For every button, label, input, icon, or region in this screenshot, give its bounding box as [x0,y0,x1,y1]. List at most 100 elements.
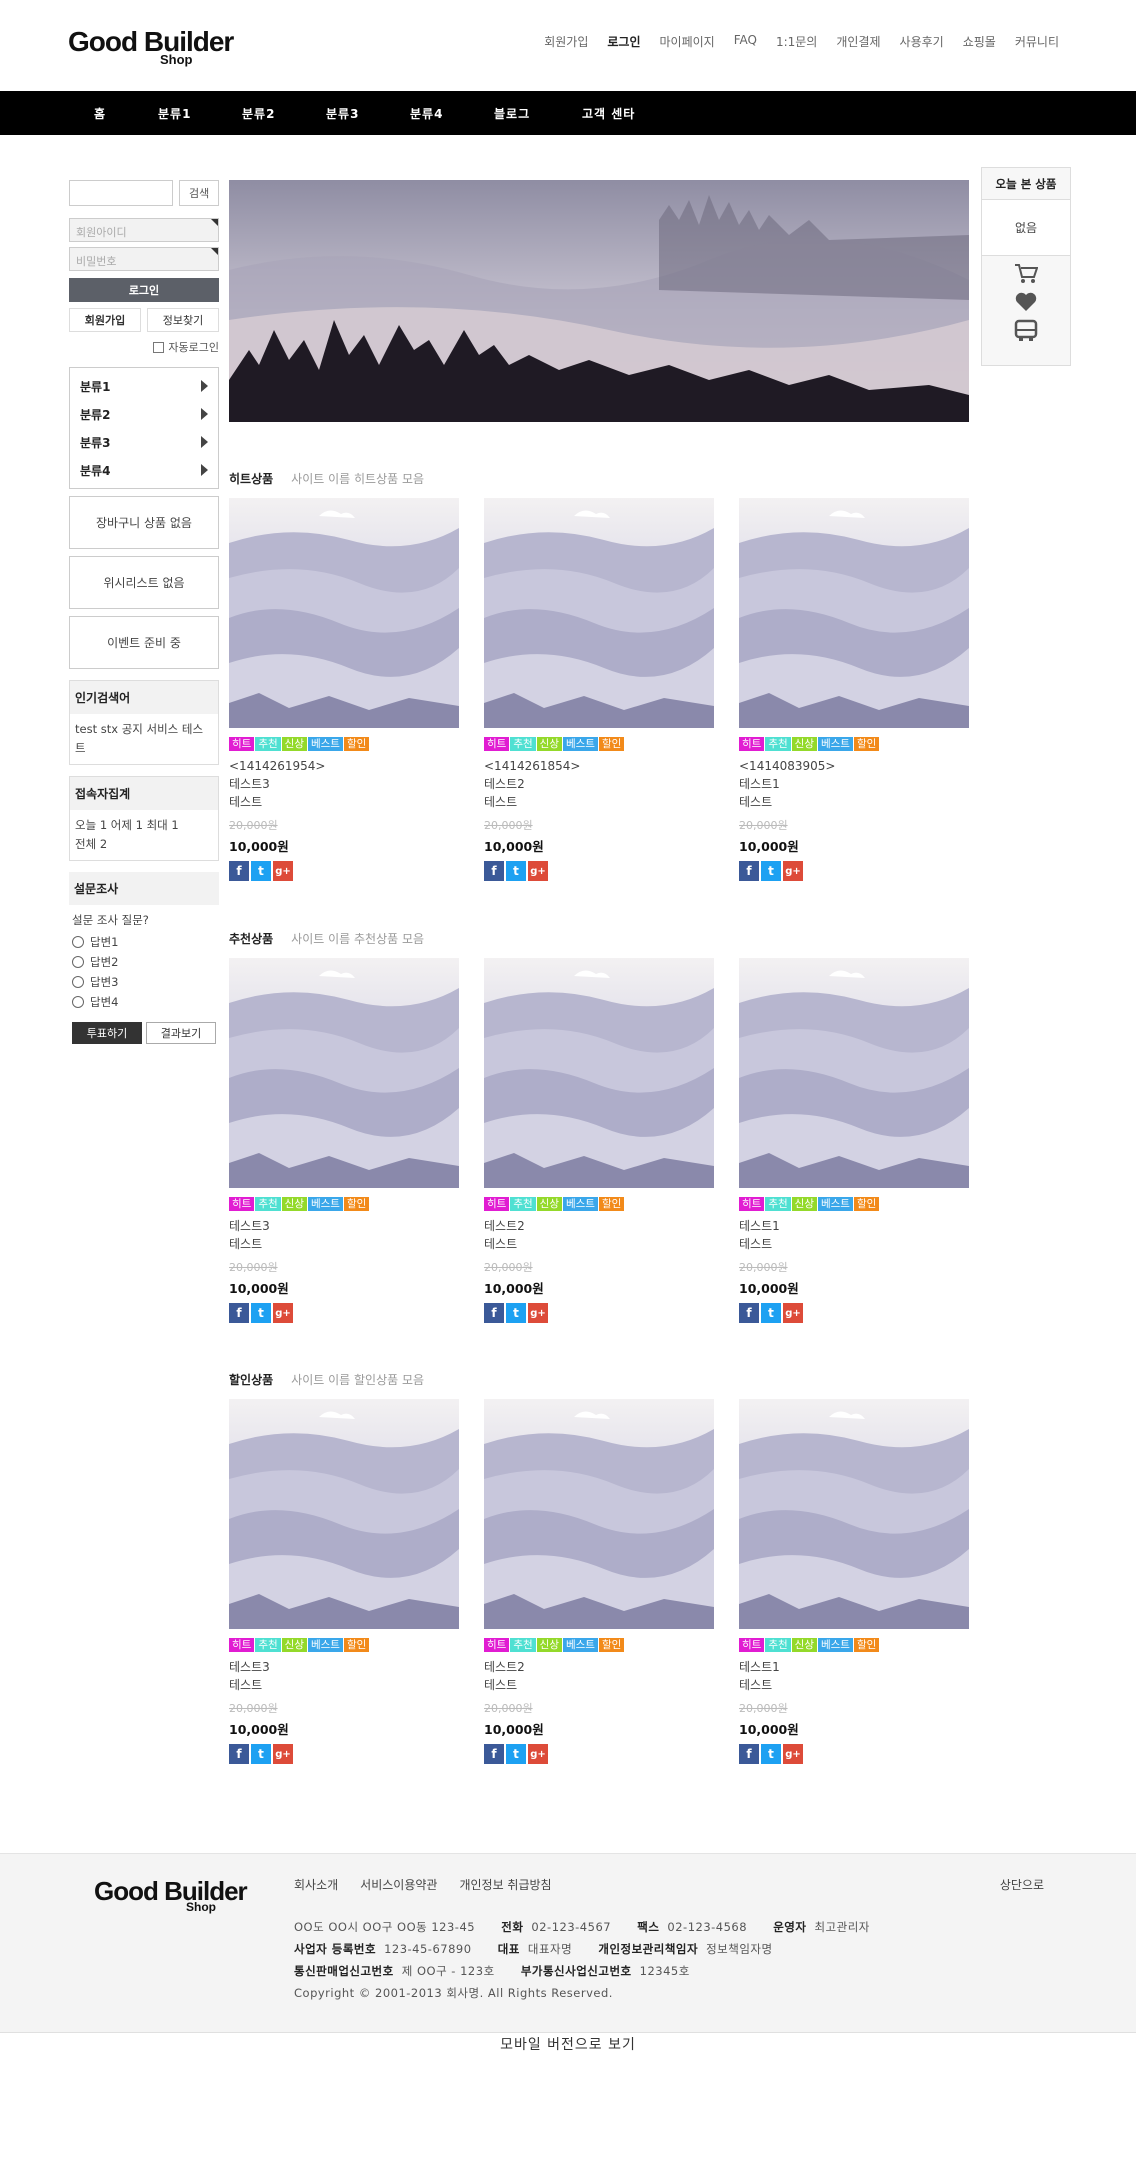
main-nav-item[interactable]: 분류4 [410,105,443,122]
twitter-icon[interactable]: t [761,1744,781,1764]
auto-login[interactable]: 자동로그인 [69,339,219,355]
product-image[interactable] [229,958,459,1188]
main-nav-item[interactable]: 홈 [94,105,106,122]
top-nav-item[interactable]: 사용후기 [900,33,944,50]
top-nav-item[interactable]: 1:1문의 [776,33,817,50]
product-image[interactable] [229,498,459,728]
search-button[interactable]: 검색 [179,180,219,206]
category-item[interactable]: 분류4 [70,456,218,484]
product-code[interactable]: <1414261854> [484,757,714,775]
product-code[interactable]: <1414083905> [739,757,969,775]
main-nav-item[interactable]: 블로그 [494,105,530,122]
google-plus-icon[interactable]: g+ [528,1744,548,1764]
login-button[interactable]: 로그인 [69,278,219,302]
product-name[interactable]: 테스트2 [484,1217,714,1235]
top-nav-item[interactable]: FAQ [734,33,757,50]
footer-logo[interactable]: Good Builder Shop [94,1876,248,1914]
google-plus-icon[interactable]: g+ [273,861,293,881]
top-nav-item[interactable]: 쇼핑몰 [963,33,996,50]
product-name[interactable]: 테스트3 [229,775,459,793]
product-name[interactable]: 테스트1 [739,1658,969,1676]
popular-keywords[interactable]: test stx 공지 서비스 테스트 [70,714,218,764]
poll-option[interactable]: 답변3 [72,972,216,992]
google-plus-icon[interactable]: g+ [528,1303,548,1323]
facebook-icon[interactable]: f [484,861,504,881]
category-item[interactable]: 분류2 [70,400,218,428]
product-image[interactable] [484,1399,714,1629]
google-plus-icon[interactable]: g+ [273,1303,293,1323]
product-name[interactable]: 테스트3 [229,1217,459,1235]
top-nav-item[interactable]: 마이페이지 [660,33,715,50]
product-name[interactable]: 테스트2 [484,775,714,793]
top-nav-item[interactable]: 개인결제 [836,33,880,50]
top-nav-item[interactable]: 회원가입 [544,33,588,50]
poll-option[interactable]: 답변4 [72,992,216,1012]
mobile-version-link[interactable]: 모바일 버전으로 보기 [0,2034,1136,2054]
product-image[interactable] [739,958,969,1188]
facebook-icon[interactable]: f [229,861,249,881]
twitter-icon[interactable]: t [761,861,781,881]
radio-button[interactable] [72,956,84,968]
member-id-field[interactable]: 회원아이디 [69,218,219,242]
poll-option[interactable]: 답변1 [72,932,216,952]
main-banner[interactable] [229,180,969,422]
facebook-icon[interactable]: f [739,1744,759,1764]
product-name[interactable]: 테스트1 [739,1217,969,1235]
facebook-icon[interactable]: f [484,1303,504,1323]
google-plus-icon[interactable]: g+ [783,861,803,881]
main-nav-item[interactable]: 고객 센타 [582,105,635,122]
facebook-icon[interactable]: f [739,861,759,881]
footer-link[interactable]: 개인정보 취급방침 [459,1876,551,1893]
wishlist-box[interactable]: 위시리스트 없음 [69,556,219,609]
radio-button[interactable] [72,996,84,1008]
product-image[interactable] [484,958,714,1188]
product-name[interactable]: 테스트2 [484,1658,714,1676]
product-name[interactable]: 테스트1 [739,775,969,793]
top-nav-item[interactable]: 로그인 [607,33,640,50]
twitter-icon[interactable]: t [506,1303,526,1323]
product-code[interactable]: <1414261954> [229,757,459,775]
main-nav-item[interactable]: 분류3 [326,105,359,122]
twitter-icon[interactable]: t [251,861,271,881]
product-name[interactable]: 테스트3 [229,1658,459,1676]
poll-result-button[interactable]: 결과보기 [146,1022,216,1044]
facebook-icon[interactable]: f [739,1303,759,1323]
vote-button[interactable]: 투표하기 [72,1022,142,1044]
search-input[interactable] [69,180,174,206]
google-plus-icon[interactable]: g+ [783,1303,803,1323]
back-to-top-link[interactable]: 상단으로 [1000,1876,1044,1893]
site-logo[interactable]: Good Builder Shop [68,28,234,68]
twitter-icon[interactable]: t [761,1303,781,1323]
cart-box[interactable]: 장바구니 상품 없음 [69,496,219,549]
heart-icon[interactable] [982,292,1070,312]
event-box[interactable]: 이벤트 준비 중 [69,616,219,669]
product-image[interactable] [484,498,714,728]
radio-button[interactable] [72,976,84,988]
footer-link[interactable]: 회사소개 [294,1876,338,1893]
facebook-icon[interactable]: f [229,1744,249,1764]
google-plus-icon[interactable]: g+ [783,1744,803,1764]
category-item[interactable]: 분류1 [70,372,218,400]
twitter-icon[interactable]: t [251,1303,271,1323]
find-info-button[interactable]: 정보찾기 [147,308,219,332]
facebook-icon[interactable]: f [229,1303,249,1323]
main-nav-item[interactable]: 분류2 [242,105,275,122]
google-plus-icon[interactable]: g+ [273,1744,293,1764]
poll-option[interactable]: 답변2 [72,952,216,972]
product-image[interactable] [229,1399,459,1629]
password-field[interactable]: 비밀번호 [69,247,219,271]
radio-button[interactable] [72,936,84,948]
facebook-icon[interactable]: f [484,1744,504,1764]
product-image[interactable] [739,1399,969,1629]
twitter-icon[interactable]: t [506,861,526,881]
footer-link[interactable]: 서비스이용약관 [360,1876,437,1893]
google-plus-icon[interactable]: g+ [528,861,548,881]
product-image[interactable] [739,498,969,728]
category-item[interactable]: 분류3 [70,428,218,456]
join-button[interactable]: 회원가입 [69,308,141,332]
twitter-icon[interactable]: t [251,1744,271,1764]
top-nav-item[interactable]: 커뮤니티 [1015,33,1059,50]
cart-icon[interactable] [982,263,1070,285]
delivery-icon[interactable] [982,319,1070,343]
twitter-icon[interactable]: t [506,1744,526,1764]
